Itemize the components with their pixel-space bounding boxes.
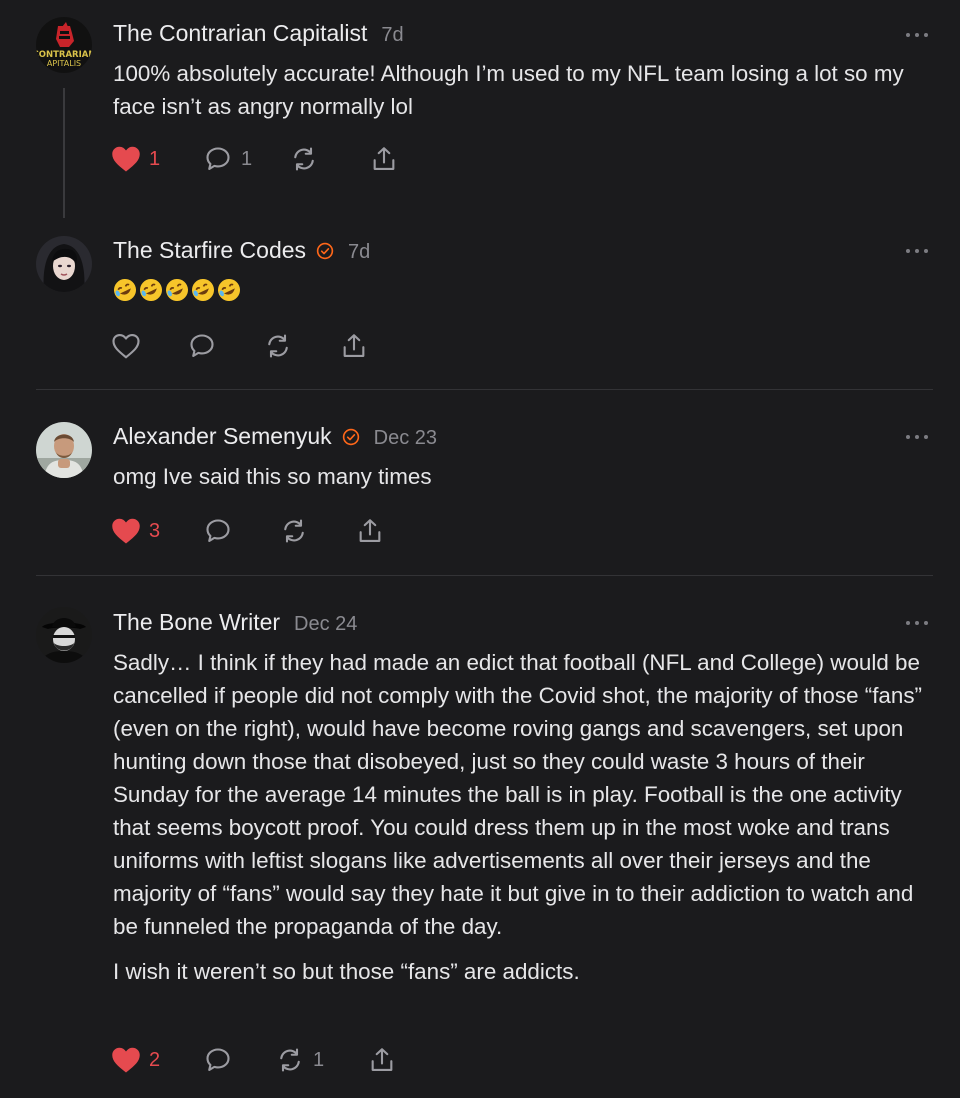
heart-icon <box>112 333 140 359</box>
comment-paragraph: 100% absolutely accurate! Although I’m u… <box>113 61 904 119</box>
comment-header: Alexander Semenyuk Dec 23 <box>113 423 437 450</box>
share-icon <box>373 147 395 170</box>
comment-paragraph: omg Ive said this so many times <box>113 464 432 489</box>
like-count: 2 <box>149 1048 161 1071</box>
comment-body: Sadly… I think if they had made an edict… <box>113 646 933 1000</box>
like-button[interactable]: 2 <box>111 1045 203 1075</box>
comment-icon <box>206 519 230 542</box>
svg-text:APITALIS: APITALIS <box>47 59 81 68</box>
restack-icon <box>284 519 304 543</box>
restack-button[interactable] <box>289 144 369 174</box>
verified-badge-icon <box>342 428 359 446</box>
restack-icon <box>268 334 288 358</box>
more-options-icon[interactable] <box>906 434 928 440</box>
action-bar <box>111 331 379 361</box>
author-name[interactable]: The Contrarian Capitalist <box>113 20 367 47</box>
share-icon <box>343 334 365 357</box>
like-count: 1 <box>149 147 161 170</box>
more-options-icon[interactable] <box>906 32 928 38</box>
comment-icon <box>190 334 214 357</box>
timestamp[interactable]: Dec 23 <box>374 427 437 450</box>
heart-icon <box>112 1047 140 1073</box>
avatar[interactable] <box>36 422 92 478</box>
share-icon <box>371 1048 393 1071</box>
author-name[interactable]: Alexander Semenyuk <box>113 423 332 450</box>
user-photo <box>36 607 92 663</box>
heart-icon <box>112 146 140 172</box>
share-button[interactable] <box>369 144 409 174</box>
restack-button[interactable]: 1 <box>275 1045 367 1075</box>
comment-header: The Bone Writer Dec 24 <box>113 609 357 636</box>
verified-badge-icon <box>316 242 334 260</box>
timestamp[interactable]: 7d <box>348 241 370 264</box>
rofl-emoji-icon <box>192 279 214 301</box>
like-button[interactable]: 1 <box>111 144 203 174</box>
divider <box>36 575 933 576</box>
reply-count: 1 <box>241 147 253 170</box>
more-options-icon[interactable] <box>906 620 928 626</box>
user-photo <box>36 236 92 292</box>
comment-paragraph: Sadly… I think if they had made an edict… <box>113 650 922 939</box>
contrarian-capitalist-logo: CONTRARIAN APITALIS <box>36 17 92 73</box>
emoji-reaction-text <box>113 278 241 302</box>
avatar[interactable]: CONTRARIAN APITALIS <box>36 17 92 73</box>
action-bar: 2 1 <box>111 1045 407 1075</box>
comment-icon <box>206 147 230 170</box>
like-button[interactable] <box>111 331 187 361</box>
avatar[interactable] <box>36 607 92 663</box>
comment-icon <box>206 1048 230 1071</box>
more-options-icon[interactable] <box>906 248 928 254</box>
timestamp[interactable]: 7d <box>381 24 403 47</box>
reply-button[interactable] <box>203 516 279 546</box>
like-count: 3 <box>149 519 161 542</box>
thread-line <box>63 88 65 218</box>
reply-button[interactable] <box>187 331 263 361</box>
comment-header: The Starfire Codes 7d <box>113 237 370 264</box>
restack-icon <box>294 147 314 171</box>
restack-icon <box>280 1048 300 1072</box>
share-button[interactable] <box>367 1045 407 1075</box>
share-icon <box>359 519 381 542</box>
like-button[interactable]: 3 <box>111 516 203 546</box>
avatar[interactable] <box>36 236 92 292</box>
user-photo <box>36 422 92 478</box>
author-name[interactable]: The Starfire Codes <box>113 237 306 264</box>
heart-icon <box>112 518 140 544</box>
action-bar: 3 <box>111 516 395 546</box>
timestamp[interactable]: Dec 24 <box>294 613 357 636</box>
rofl-emoji-icon <box>114 279 136 301</box>
author-name[interactable]: The Bone Writer <box>113 609 280 636</box>
reply-button[interactable] <box>203 1045 275 1075</box>
restack-button[interactable] <box>279 516 355 546</box>
divider <box>36 389 933 390</box>
reply-button[interactable]: 1 <box>203 144 289 174</box>
rofl-emoji-icon <box>166 279 188 301</box>
rofl-emoji-icon <box>140 279 162 301</box>
share-button[interactable] <box>339 331 379 361</box>
share-button[interactable] <box>355 516 395 546</box>
restack-button[interactable] <box>263 331 339 361</box>
restack-count: 1 <box>313 1048 325 1071</box>
comment-body: omg Ive said this so many times <box>113 460 933 505</box>
comment-body: 100% absolutely accurate! Although I’m u… <box>113 57 933 135</box>
rofl-emoji-icon <box>218 279 240 301</box>
comment-paragraph: I wish it weren’t so but those “fans” ar… <box>113 959 580 984</box>
action-bar: 1 1 <box>111 144 409 174</box>
comment-header: The Contrarian Capitalist 7d <box>113 20 404 47</box>
